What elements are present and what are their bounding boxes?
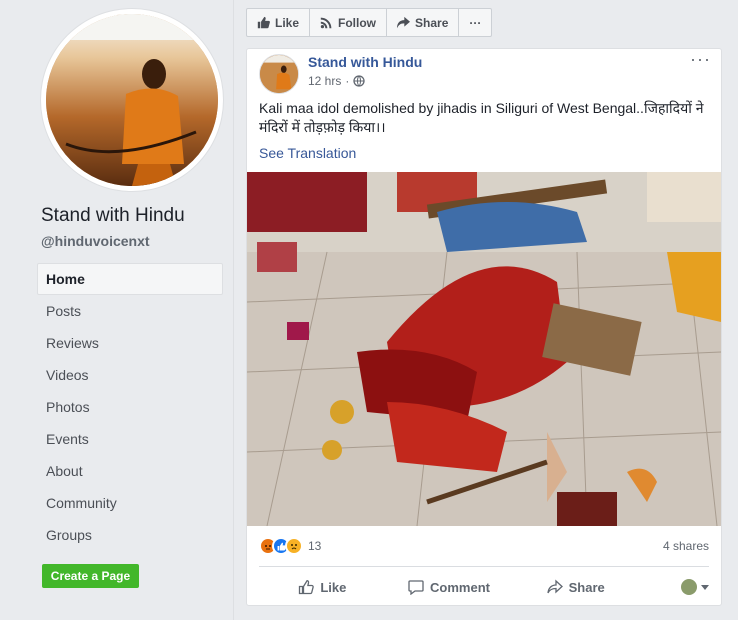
mini-avatar — [681, 579, 698, 595]
nav-item-home[interactable]: Home — [37, 263, 223, 295]
share-count[interactable]: 4 shares — [663, 539, 709, 553]
meta-separator: · — [345, 74, 350, 88]
more-options-icon: ··· — [469, 15, 482, 30]
page-action-bar: Like Follow Share ··· — [246, 8, 493, 37]
column-divider — [233, 0, 234, 620]
nav-item-posts[interactable]: Posts — [37, 295, 223, 327]
post-options-button[interactable]: ··· — [690, 49, 711, 70]
post-author-name[interactable]: Stand with Hindu — [308, 54, 422, 70]
more-options-button[interactable]: ··· — [459, 9, 491, 36]
sad-reaction-icon — [285, 537, 303, 555]
nav-item-videos[interactable]: Videos — [37, 359, 223, 391]
page-handle[interactable]: @hinduvoicenxt — [41, 233, 150, 249]
share-page-button[interactable]: Share — [387, 9, 460, 36]
left-sidebar: Stand with Hindu @hinduvoicenxt Home Pos… — [0, 0, 233, 620]
react-as-selector[interactable] — [639, 571, 710, 603]
page-nav: Home Posts Reviews Videos Photos Events … — [37, 263, 223, 551]
post-comment-button[interactable]: Comment — [386, 571, 513, 603]
globe-icon[interactable] — [353, 75, 366, 87]
post-author-avatar-image — [260, 55, 298, 93]
post-photo[interactable] — [247, 172, 721, 526]
nav-item-photos[interactable]: Photos — [37, 391, 223, 423]
profile-picture-frame[interactable] — [41, 9, 223, 191]
page-name[interactable]: Stand with Hindu — [41, 205, 185, 227]
post-photo-image — [247, 172, 721, 526]
like-page-button[interactable]: Like — [247, 9, 311, 36]
thumbs-up-outline-icon — [299, 580, 315, 595]
nav-item-about[interactable]: About — [37, 455, 223, 487]
post-timestamp[interactable]: 12 hrs — [308, 74, 341, 88]
nav-item-reviews[interactable]: Reviews — [37, 327, 223, 359]
share-arrow-icon — [397, 16, 411, 29]
post-share-label: Share — [568, 579, 605, 595]
post-like-button[interactable]: Like — [259, 571, 386, 603]
post-divider — [259, 566, 709, 567]
post-card: Stand with Hindu 12 hrs · ··· Kali maa i… — [246, 48, 722, 606]
share-page-label: Share — [415, 15, 449, 30]
reaction-summary[interactable]: 13 — [259, 537, 321, 555]
follow-page-button[interactable]: Follow — [310, 9, 388, 36]
profile-picture[interactable] — [46, 14, 218, 186]
caret-down-icon — [701, 584, 710, 590]
like-page-label: Like — [275, 15, 300, 30]
nav-item-groups[interactable]: Groups — [37, 519, 223, 551]
profile-picture-image — [46, 14, 218, 186]
nav-item-community[interactable]: Community — [37, 487, 223, 519]
follow-page-label: Follow — [338, 15, 377, 30]
post-comment-label: Comment — [430, 579, 490, 595]
post-meta: 12 hrs · — [308, 74, 366, 88]
create-page-button[interactable]: Create a Page — [42, 564, 139, 588]
share-arrow-outline-icon — [546, 579, 563, 594]
rss-follow-icon — [320, 17, 332, 29]
post-share-button[interactable]: Share — [512, 571, 639, 603]
post-action-bar: Like Comment Share — [259, 571, 710, 603]
reaction-count: 13 — [308, 539, 322, 553]
post-author-avatar[interactable] — [259, 54, 299, 94]
post-text: Kali maa idol demolished by jihadis in S… — [259, 100, 704, 135]
see-translation-link[interactable]: See Translation — [259, 145, 356, 161]
post-like-label: Like — [320, 579, 347, 595]
comment-bubble-icon — [408, 580, 424, 595]
nav-item-events[interactable]: Events — [37, 423, 223, 455]
thumbs-up-icon — [257, 16, 270, 29]
